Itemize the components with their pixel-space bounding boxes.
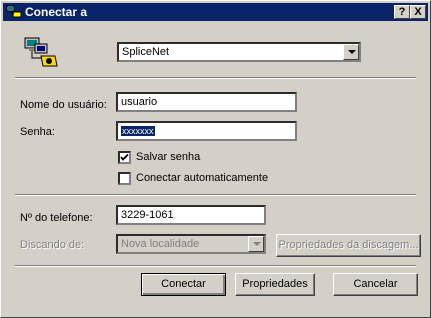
cancel-button[interactable]: Cancelar bbox=[333, 273, 418, 296]
chevron-down-icon bbox=[348, 50, 356, 54]
separator bbox=[15, 265, 416, 267]
phone-field[interactable]: 3229-1061 bbox=[116, 205, 266, 225]
dialing-from-dropdown-button[interactable] bbox=[248, 236, 264, 252]
close-button[interactable]: X bbox=[410, 5, 426, 19]
connect-dialog: Conectar a ? X SpliceNet Nome do usuário… bbox=[0, 0, 431, 318]
password-value: xxxxxxx bbox=[121, 126, 155, 136]
phone-label: Nº do telefone: bbox=[20, 212, 93, 224]
phone-value: 3229-1061 bbox=[121, 209, 174, 221]
dialing-from-value: Nova localidade bbox=[121, 238, 200, 250]
save-password-label[interactable]: Salvar senha bbox=[136, 151, 200, 163]
dialing-from-select[interactable]: Nova localidade bbox=[116, 234, 266, 254]
checkmark-icon bbox=[120, 153, 129, 161]
auto-connect-checkbox[interactable] bbox=[118, 172, 131, 185]
username-value: usuario bbox=[121, 96, 158, 108]
dialing-from-label: Discando de: bbox=[20, 239, 85, 251]
separator bbox=[15, 194, 416, 196]
connection-dropdown-button[interactable] bbox=[343, 44, 359, 60]
auto-connect-label[interactable]: Conectar automaticamente bbox=[136, 172, 268, 184]
password-field[interactable]: xxxxxxx bbox=[116, 121, 297, 141]
dialup-connection-icon bbox=[6, 5, 22, 18]
username-label: Nome do usuário: bbox=[20, 99, 107, 111]
properties-button[interactable]: Propriedades bbox=[235, 273, 315, 296]
window-title: Conectar a bbox=[25, 5, 88, 19]
username-field[interactable]: usuario bbox=[116, 92, 297, 112]
title-bar[interactable]: Conectar a ? X bbox=[3, 3, 428, 21]
help-button[interactable]: ? bbox=[394, 5, 410, 19]
connection-select[interactable]: SpliceNet bbox=[117, 42, 361, 62]
connection-select-value: SpliceNet bbox=[122, 46, 170, 58]
network-computer-icon bbox=[24, 37, 58, 67]
dialing-properties-button[interactable]: Propriedades da discagem... bbox=[276, 234, 421, 257]
connect-button[interactable]: Conectar bbox=[141, 273, 226, 296]
password-label: Senha: bbox=[20, 126, 55, 138]
chevron-down-icon bbox=[253, 242, 261, 246]
save-password-checkbox[interactable] bbox=[118, 151, 131, 164]
separator bbox=[15, 77, 416, 79]
